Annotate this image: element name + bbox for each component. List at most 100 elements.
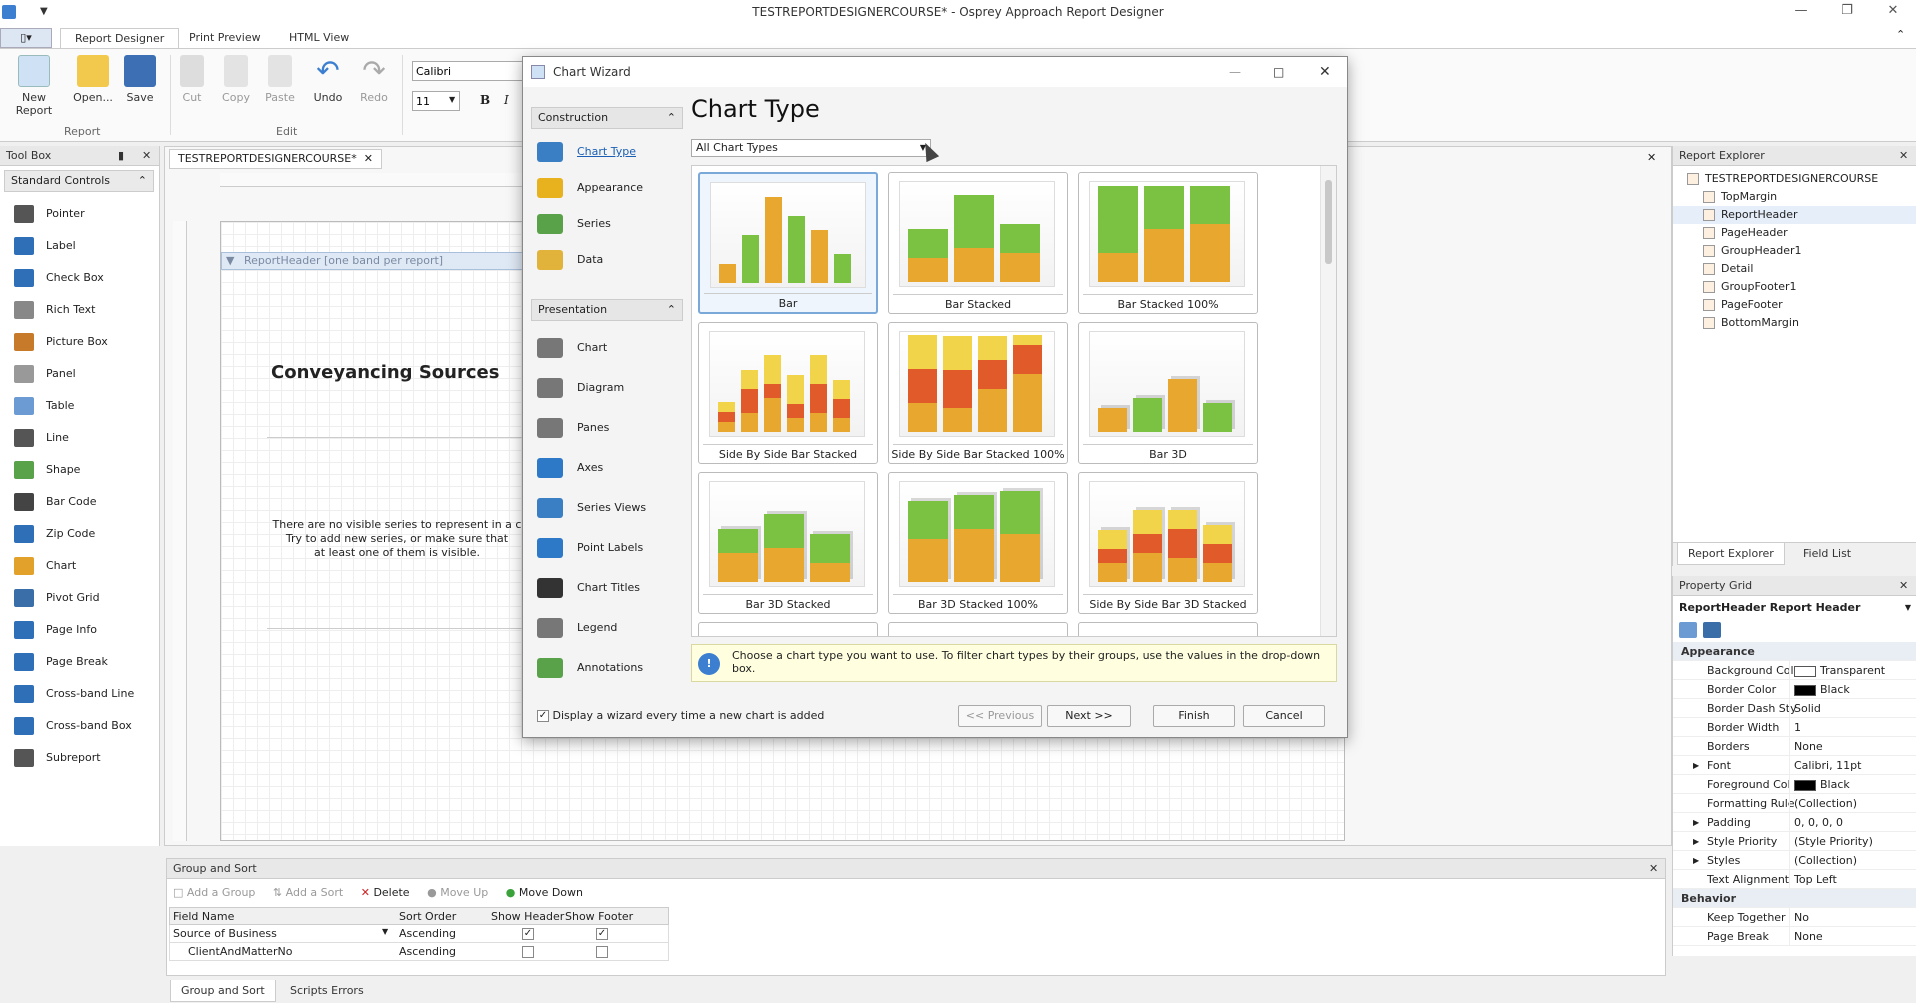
table-row[interactable]: ClientAndMatterNo Ascending <box>169 943 669 961</box>
cut-button[interactable]: Cut <box>174 55 210 104</box>
report-title-label[interactable]: Conveyancing Sources <box>271 362 499 383</box>
minimize-icon[interactable]: — <box>1229 57 1241 87</box>
file-menu-button[interactable]: ▯▾ <box>0 28 52 48</box>
redo-button[interactable]: ↷ Redo <box>352 55 396 105</box>
chart-type-tile[interactable] <box>1078 622 1258 636</box>
next-button[interactable]: Next >> <box>1047 705 1131 727</box>
property-row[interactable]: Borders None <box>1673 737 1916 756</box>
nav-item-diagram[interactable]: Diagram <box>537 371 687 405</box>
property-row[interactable]: Page Break None <box>1673 927 1916 946</box>
nav-item-appearance[interactable]: Appearance <box>537 171 687 205</box>
property-value[interactable]: (Style Priority) <box>1789 832 1913 851</box>
expand-icon[interactable]: ▶ <box>1693 851 1699 870</box>
tree-item-detail[interactable]: Detail <box>1673 260 1916 278</box>
collapse-icon[interactable]: ⌃ <box>138 171 147 191</box>
toolbox-item-page-break[interactable]: Page Break <box>0 646 158 678</box>
table-row[interactable]: Source of Business ▼ Ascending ✓ ✓ <box>169 925 669 943</box>
nav-item-data[interactable]: Data <box>537 243 687 277</box>
property-value[interactable]: Calibri, 11pt <box>1789 756 1913 775</box>
nav-item-series-views[interactable]: Series Views <box>537 491 687 525</box>
toolbox-item-pivot-grid[interactable]: Pivot Grid <box>0 582 158 614</box>
nav-item-legend[interactable]: Legend <box>537 611 687 645</box>
nav-item-panes[interactable]: Panes <box>537 411 687 445</box>
property-row[interactable]: Foreground Col Black <box>1673 775 1916 794</box>
tab-report-explorer[interactable]: Report Explorer <box>1677 543 1785 565</box>
chart-type-tile[interactable]: Side By Side Bar Stacked 100% <box>888 322 1068 464</box>
toolbox-item-picture-box[interactable]: Picture Box <box>0 326 158 358</box>
chart-type-tile[interactable] <box>888 622 1068 636</box>
property-category[interactable]: Behavior <box>1673 889 1916 908</box>
chart-type-tile[interactable]: Bar Stacked <box>888 172 1068 314</box>
nav-item-chart[interactable]: Chart <box>537 331 687 365</box>
show-header-checkbox[interactable]: ✓ <box>522 928 534 940</box>
property-row[interactable]: ▶ Style Priority (Style Priority) <box>1673 832 1916 851</box>
previous-button[interactable]: << Previous <box>958 705 1042 727</box>
close-icon[interactable]: ✕ <box>1649 859 1658 879</box>
chart-type-tile[interactable]: Side By Side Bar 3D Stacked <box>1078 472 1258 614</box>
property-row[interactable]: Background Col Transparent <box>1673 661 1916 680</box>
tree-item-groupheader1[interactable]: GroupHeader1 <box>1673 242 1916 260</box>
tree-item-topmargin[interactable]: TopMargin <box>1673 188 1916 206</box>
nav-item-annotations[interactable]: Annotations <box>537 651 687 685</box>
expand-icon[interactable]: ▶ <box>1693 813 1699 832</box>
property-value[interactable]: None <box>1789 737 1913 756</box>
property-row[interactable]: ▶ Padding 0, 0, 0, 0 <box>1673 813 1916 832</box>
property-row[interactable]: ▶ Font Calibri, 11pt <box>1673 756 1916 775</box>
toolbox-item-pointer[interactable]: Pointer <box>0 198 158 230</box>
property-value[interactable]: 0, 0, 0, 0 <box>1789 813 1913 832</box>
property-row[interactable]: Text Alignment Top Left <box>1673 870 1916 889</box>
quick-access-dropdown-icon[interactable]: ▼ <box>40 0 48 24</box>
nav-item-chart-type[interactable]: Chart Type <box>537 135 687 169</box>
chevron-down-icon[interactable]: ▼ <box>382 927 388 936</box>
chart-type-tile[interactable]: Bar <box>698 172 878 314</box>
bold-button[interactable]: B <box>480 93 490 107</box>
categorized-view-icon[interactable] <box>1679 622 1697 638</box>
property-value[interactable]: Transparent <box>1789 661 1913 680</box>
cancel-button[interactable]: Cancel <box>1243 705 1325 727</box>
expand-icon[interactable]: ▶ <box>1693 832 1699 851</box>
toolbox-item-zip-code[interactable]: Zip Code <box>0 518 158 550</box>
property-value[interactable]: (Collection) <box>1789 794 1913 813</box>
tab-report-designer[interactable]: Report Designer <box>60 28 180 50</box>
chart-type-tile[interactable]: Bar 3D <box>1078 322 1258 464</box>
report-header-band[interactable]: ▼ ReportHeader [one band per report] <box>221 252 526 270</box>
property-row[interactable]: Keep Together No <box>1673 908 1916 927</box>
show-footer-checkbox[interactable] <box>596 946 608 958</box>
move-down-button[interactable]: ● Move Down <box>506 886 583 899</box>
nav-item-series[interactable]: Series <box>537 207 687 241</box>
tree-item-reportheader[interactable]: ReportHeader <box>1673 206 1916 224</box>
property-value[interactable]: Black <box>1789 775 1913 794</box>
collapse-icon[interactable]: ⌃ <box>667 300 676 320</box>
tab-field-list[interactable]: Field List <box>1793 543 1861 565</box>
restore-button[interactable]: ❐ <box>1824 0 1870 24</box>
italic-button[interactable]: I <box>504 93 509 107</box>
delete-button[interactable]: ✕ Delete <box>361 886 410 899</box>
toolbox-item-label[interactable]: Label <box>0 230 158 262</box>
toolbox-item-bar-code[interactable]: Bar Code <box>0 486 158 518</box>
property-row[interactable]: Border Width 1 <box>1673 718 1916 737</box>
property-row[interactable]: Border Dash Sty Solid <box>1673 699 1916 718</box>
collapse-icon[interactable]: ⌃ <box>667 108 676 128</box>
tab-html-view[interactable]: HTML View <box>275 28 363 50</box>
toolbox-item-rich-text[interactable]: Rich Text <box>0 294 158 326</box>
chart-type-tile[interactable] <box>698 622 878 636</box>
show-header-checkbox[interactable] <box>522 946 534 958</box>
property-value[interactable]: Top Left <box>1789 870 1913 889</box>
close-icon[interactable]: ✕ <box>1899 576 1908 596</box>
paste-button[interactable]: Paste <box>258 55 302 104</box>
minimize-button[interactable]: — <box>1778 0 1824 24</box>
pin-icon[interactable]: ▮ <box>118 146 124 166</box>
nav-group-construction[interactable]: Construction ⌃ <box>531 107 683 129</box>
tab-group-and-sort[interactable]: Group and Sort <box>170 980 276 1002</box>
maximize-icon[interactable]: □ <box>1273 57 1284 87</box>
close-dialog-icon[interactable]: ✕ <box>1319 57 1331 87</box>
toolbox-item-table[interactable]: Table <box>0 390 158 422</box>
tab-scripts-errors[interactable]: Scripts Errors <box>280 980 374 1002</box>
toolbox-item-shape[interactable]: Shape <box>0 454 158 486</box>
toolbox-item-check-box[interactable]: Check Box <box>0 262 158 294</box>
nav-item-point-labels[interactable]: Point Labels <box>537 531 687 565</box>
chart-type-tile[interactable]: Side By Side Bar Stacked <box>698 322 878 464</box>
close-icon[interactable]: ✕ <box>1899 146 1908 166</box>
close-icon[interactable]: ✕ <box>142 146 151 166</box>
move-up-button[interactable]: ● Move Up <box>427 886 488 899</box>
